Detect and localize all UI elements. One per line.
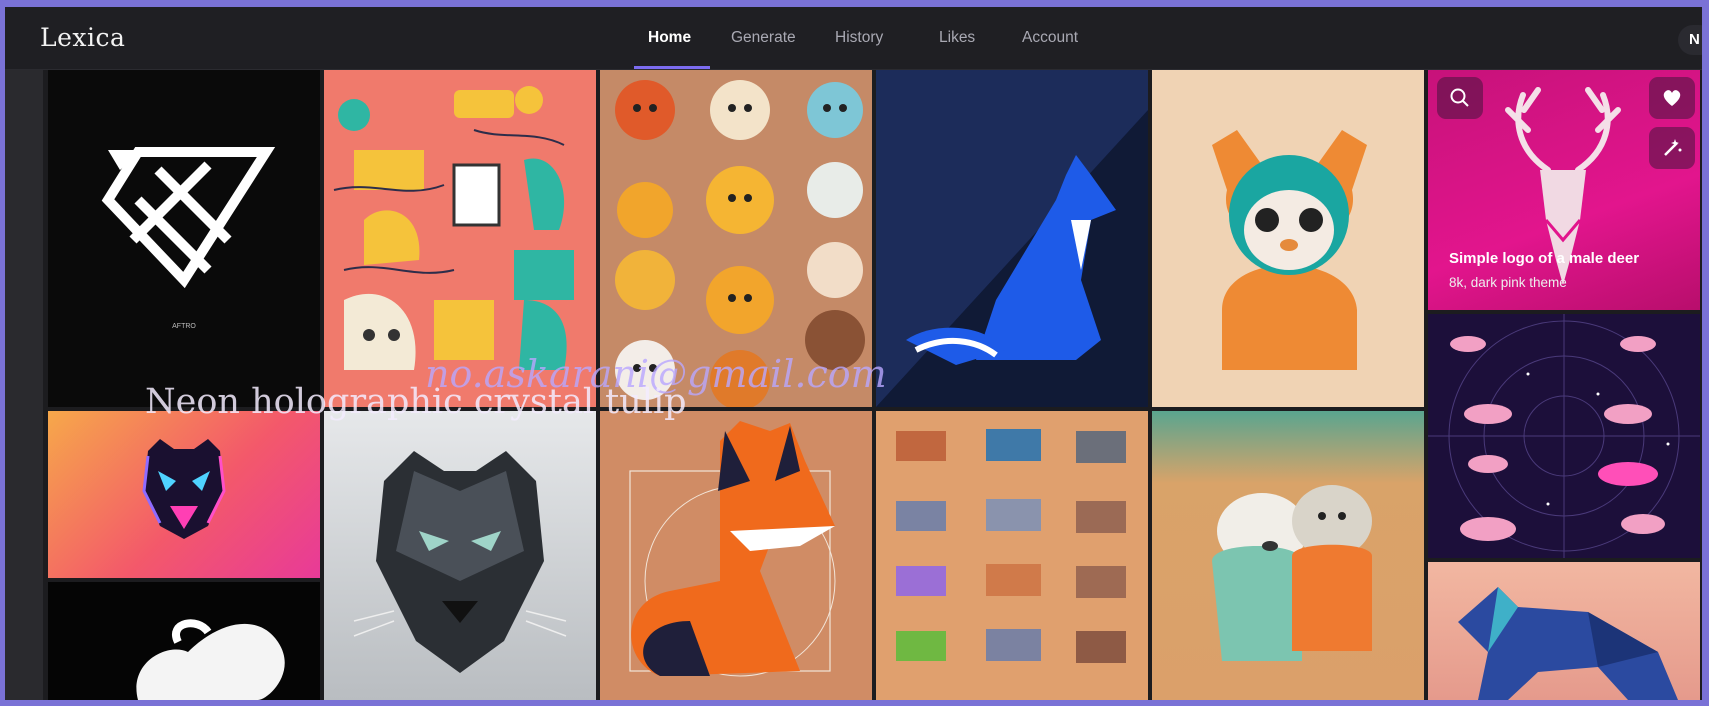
image-tile-constellation-animals[interactable] [1428,314,1700,558]
app-window: Lexica Home Generate History Likes Accou… [5,7,1702,700]
image-tile-geometric-panther[interactable] [324,411,596,700]
heart-icon [1663,90,1681,106]
user-avatar[interactable]: N [1678,25,1702,55]
search-icon [1450,88,1469,107]
image-tile-plush-friends[interactable] [1152,411,1424,700]
geometric-logo-art: AFTRO [101,147,276,330]
image-tile-origami-wolf[interactable] [1428,562,1700,700]
image-tile-male-deer-logo-hovered[interactable] [1428,70,1700,310]
generate-variations-button[interactable] [1649,127,1695,169]
image-tile-geometric-logo[interactable]: AFTRO [48,70,320,407]
wolf-art [876,70,1148,407]
hover-card-subtitle: 8k, dark pink theme [1449,275,1567,290]
image-tile-low-poly-animals[interactable] [876,411,1148,700]
top-navigation-bar: Lexica Home Generate History Likes Accou… [5,7,1702,70]
active-tab-indicator [634,66,710,69]
fox-art [629,421,836,677]
logo-wordmark: AFTRO [172,323,196,330]
image-tile-blue-wolf[interactable] [876,70,1148,407]
image-tile-neon-panther[interactable] [48,411,320,578]
nav-history[interactable]: History [835,29,883,47]
lexica-logo[interactable]: Lexica [40,23,125,52]
constellation-animals-art [1428,314,1700,558]
geometric-panther-art [353,451,567,673]
nav-likes[interactable]: Likes [939,29,975,47]
dragon-art [136,619,285,700]
nav-home[interactable]: Home [648,29,691,47]
nav-generate[interactable]: Generate [731,29,796,47]
hover-card-title: Simple logo of a male deer [1449,250,1640,267]
image-tile-teal-hood-character[interactable] [1152,70,1424,407]
origami-wolf-art [1458,587,1678,700]
plush-friends-art [1212,485,1372,661]
prompt-overlay-text: Neon holographic crystal tulip [145,382,687,422]
image-tile-white-dragon[interactable] [48,582,320,700]
panther-icon [142,439,226,539]
hooded-character-art [1212,130,1367,370]
search-button[interactable] [1437,77,1483,119]
image-tile-orange-fox[interactable] [600,411,872,700]
like-button[interactable] [1649,77,1695,119]
magic-wand-icon [1664,139,1682,156]
low-poly-animals-art [896,429,1126,663]
left-gutter [5,70,43,700]
nav-account[interactable]: Account [1022,29,1078,47]
